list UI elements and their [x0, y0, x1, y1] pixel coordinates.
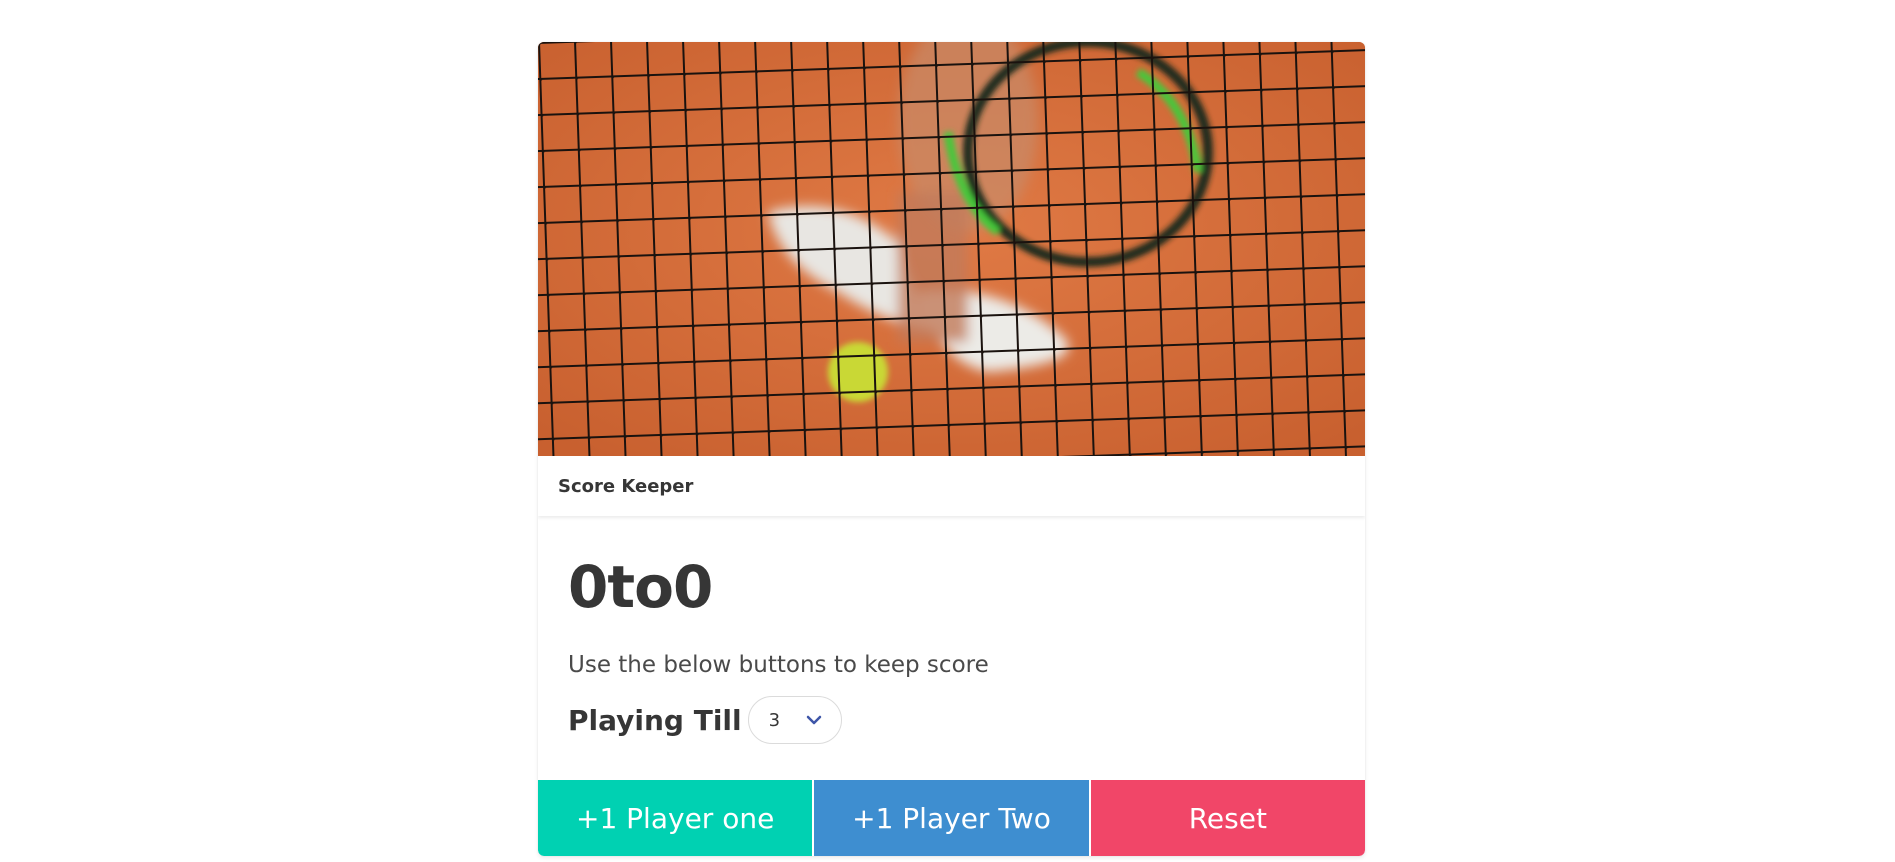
chevron-down-icon	[805, 711, 823, 734]
tennis-net-image	[538, 42, 1365, 456]
score-display: 0to0	[568, 558, 1335, 616]
playing-till-selected-value: 3	[768, 709, 781, 731]
instructions-text: Use the below buttons to keep score	[568, 652, 989, 678]
reset-button[interactable]: Reset	[1090, 780, 1365, 856]
player-two-score: 0	[672, 553, 713, 621]
card-content: 0to0 Use the below buttons to keep score…	[538, 516, 1365, 744]
card-header-title: Score Keeper	[558, 475, 694, 497]
card-header: Score Keeper	[538, 456, 1365, 516]
score-keeper-card: Score Keeper 0to0 Use the below buttons …	[538, 42, 1365, 856]
score-separator: to	[607, 553, 674, 621]
player-one-score: 0	[568, 553, 608, 621]
player-one-plus-button[interactable]: +1 Player one	[538, 780, 813, 856]
player-two-plus-button[interactable]: +1 Player Two	[814, 780, 1089, 856]
playing-till-label: Playing Till	[568, 703, 742, 737]
playing-till-row: Playing Till 3	[568, 696, 1335, 744]
playing-till-select[interactable]: 3	[747, 696, 842, 744]
button-group: +1 Player one +1 Player Two Reset	[538, 780, 1365, 856]
